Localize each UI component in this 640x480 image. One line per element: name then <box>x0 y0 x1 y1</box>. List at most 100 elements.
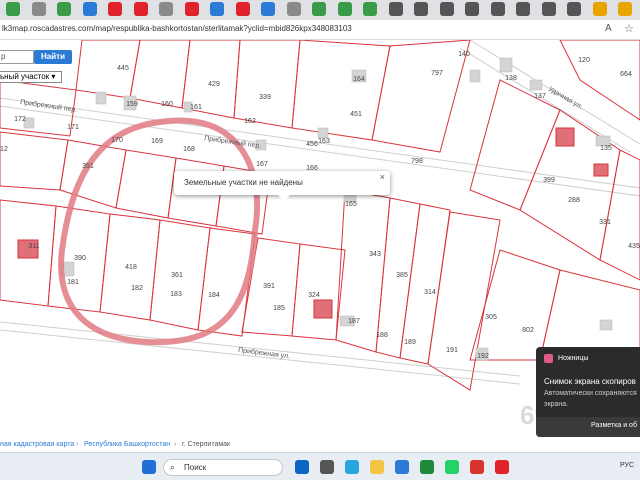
markup-button[interactable]: Разметка и об <box>536 417 640 437</box>
browser-tab-favicon[interactable] <box>286 2 301 16</box>
taskbar-search[interactable]: ⌕ Поиск <box>163 459 283 476</box>
parcel-boundary[interactable] <box>233 40 301 129</box>
taskbar-app-icon[interactable] <box>320 460 334 474</box>
browser-tab-favicon[interactable] <box>516 2 530 16</box>
browser-tab-favicon[interactable] <box>57 2 71 16</box>
browser-tab-favicon[interactable] <box>108 2 122 16</box>
parcel-label[interactable]: 797 <box>431 70 443 77</box>
parcel-label[interactable]: 165 <box>345 201 357 208</box>
taskbar-app-icon[interactable] <box>295 460 309 474</box>
parcel-boundary[interactable] <box>427 211 501 391</box>
parcel-label[interactable]: 192 <box>477 353 489 360</box>
parcel-boundary[interactable] <box>115 149 177 219</box>
find-button[interactable]: Найти <box>34 50 72 64</box>
parcel-label[interactable]: 172 <box>14 116 26 123</box>
url-text[interactable]: lk3map.roscadastres.com/map/respublika-b… <box>2 24 352 33</box>
browser-tab-favicon[interactable] <box>31 2 46 16</box>
parcel-boundary[interactable] <box>75 40 141 99</box>
browser-tab-favicon[interactable] <box>618 2 632 16</box>
parcel-label[interactable]: 418 <box>125 264 137 271</box>
object-type-select[interactable]: ьный участок ▾ <box>0 71 62 83</box>
reader-mode-icon[interactable]: A <box>605 23 612 34</box>
parcel-boundary[interactable] <box>371 40 471 153</box>
browser-tab-favicon[interactable] <box>541 2 556 16</box>
parcel-label[interactable]: 183 <box>170 291 182 298</box>
parcel-label[interactable]: 664 <box>620 71 632 78</box>
start-icon[interactable] <box>142 460 156 474</box>
parcel-label[interactable]: 314 <box>424 289 436 296</box>
parcel-label[interactable]: 802 <box>522 327 534 334</box>
parcel-label[interactable]: 169 <box>151 138 163 145</box>
parcel-label[interactable]: 311 <box>28 243 39 250</box>
parcel-boundary[interactable] <box>335 189 391 353</box>
parcel-label[interactable]: 140 <box>458 51 470 58</box>
parcel-label[interactable]: 305 <box>485 314 497 321</box>
parcel-boundary[interactable] <box>0 131 69 191</box>
parcel-label[interactable]: 161 <box>190 104 202 111</box>
parcel-label[interactable]: 184 <box>208 292 220 299</box>
parcel-label[interactable]: 361 <box>171 272 183 279</box>
taskbar-app-icon[interactable] <box>420 460 434 474</box>
parcel-label[interactable]: 135 <box>600 145 612 152</box>
search-input[interactable]: р <box>0 50 34 64</box>
browser-tab-favicon[interactable] <box>592 2 607 16</box>
taskbar-app-icon[interactable] <box>445 460 459 474</box>
parcel-boundary[interactable] <box>59 139 127 209</box>
browser-tab-favicon[interactable] <box>439 2 454 16</box>
parcel-label[interactable]: 168 <box>183 146 195 153</box>
parcel-label[interactable]: 163 <box>318 138 330 145</box>
browser-tab-favicon[interactable] <box>490 2 505 16</box>
parcel-boundary[interactable] <box>469 249 561 361</box>
parcel-label[interactable]: 187 <box>348 318 360 325</box>
browser-tab-favicon[interactable] <box>235 2 250 16</box>
snipping-notification[interactable]: Ножницы Снимок экрана скопиров Автоматич… <box>536 347 640 437</box>
parcel-label[interactable]: 167 <box>256 161 268 168</box>
parcel-label[interactable]: 288 <box>568 197 580 204</box>
close-icon[interactable]: × <box>380 172 385 182</box>
taskbar-app-icon[interactable] <box>395 460 409 474</box>
breadcrumb-item-map[interactable]: ная кадастровая карта <box>0 441 74 448</box>
parcel-label[interactable]: 399 <box>543 177 555 184</box>
language-indicator[interactable]: РУС <box>620 462 634 469</box>
taskbar-app-icon[interactable] <box>370 460 384 474</box>
parcel-label[interactable]: 798 <box>411 158 423 165</box>
browser-tab-favicon[interactable] <box>184 2 199 16</box>
parcel-label[interactable]: 331 <box>599 219 611 226</box>
browser-tab-favicon[interactable] <box>567 2 581 16</box>
parcel-label[interactable]: 435 <box>628 243 640 250</box>
browser-tab-favicon[interactable] <box>6 2 20 16</box>
parcel-label[interactable]: 451 <box>350 111 362 118</box>
breadcrumb-item-region[interactable]: Республика Башкортостан <box>84 441 170 448</box>
taskbar-app-icon[interactable] <box>495 460 509 474</box>
browser-tab-favicon[interactable] <box>133 2 148 16</box>
browser-tab-favicon[interactable] <box>337 2 352 16</box>
parcel-label[interactable]: 159 <box>126 101 138 108</box>
parcel-label[interactable]: 188 <box>376 332 388 339</box>
browser-tab-favicon[interactable] <box>82 2 97 16</box>
parcel-label[interactable]: 171 <box>67 124 79 131</box>
browser-tab-favicon[interactable] <box>388 2 403 16</box>
address-bar[interactable]: lk3map.roscadastres.com/map/respublika-b… <box>0 20 640 40</box>
parcel-label[interactable]: 324 <box>308 292 320 299</box>
browser-tab-favicon[interactable] <box>363 2 377 16</box>
browser-tab-favicon[interactable] <box>312 2 326 16</box>
parcel-label[interactable]: 160 <box>161 101 173 108</box>
parcel-boundary[interactable] <box>559 40 640 121</box>
parcel-label[interactable]: 170 <box>111 137 123 144</box>
parcel-label[interactable]: 391 <box>263 283 275 290</box>
parcel-label[interactable]: 351 <box>82 163 94 170</box>
parcel-label[interactable]: 191 <box>446 347 458 354</box>
browser-tab-favicon[interactable] <box>159 2 173 16</box>
parcel-label[interactable]: 445 <box>117 65 129 72</box>
bookmark-star-icon[interactable]: ☆ <box>624 22 634 35</box>
browser-tab-favicon[interactable] <box>210 2 224 16</box>
parcel-label[interactable]: 182 <box>131 285 143 292</box>
parcel-label[interactable]: 339 <box>259 94 271 101</box>
parcel-label[interactable]: 137 <box>534 93 546 100</box>
parcel-label[interactable]: 164 <box>353 76 365 83</box>
parcel-label[interactable]: 185 <box>273 305 285 312</box>
parcel-label[interactable]: 162 <box>244 118 256 125</box>
parcel-boundary[interactable] <box>129 40 191 109</box>
parcel-label[interactable]: 390 <box>74 255 86 262</box>
parcel-label[interactable]: 120 <box>578 57 590 64</box>
